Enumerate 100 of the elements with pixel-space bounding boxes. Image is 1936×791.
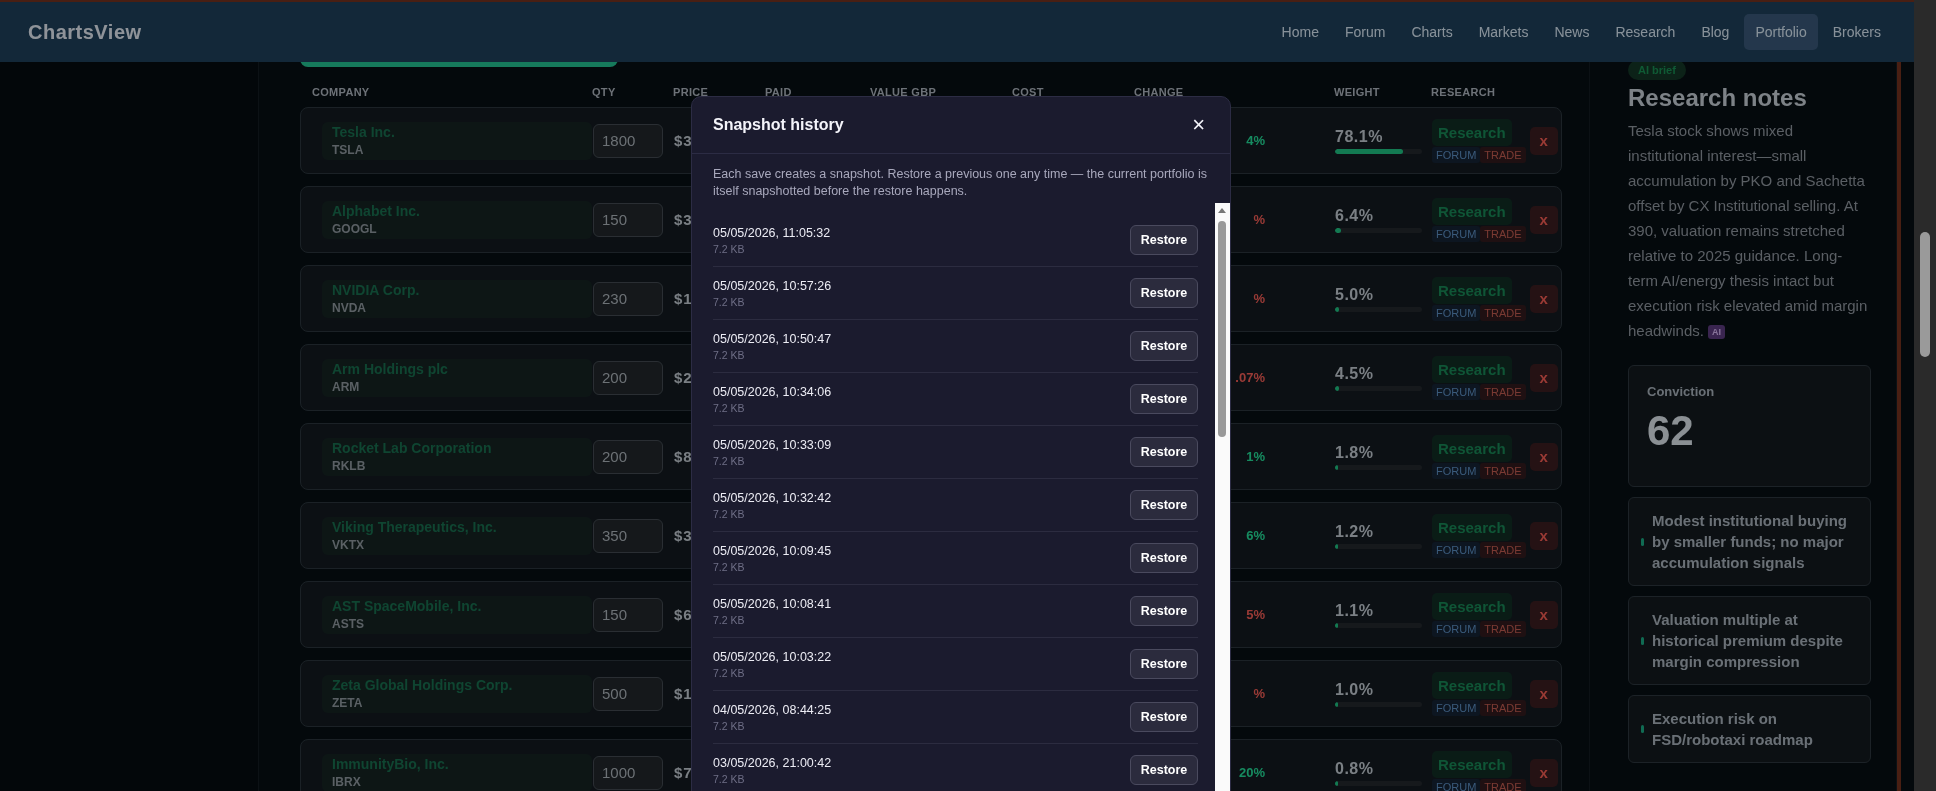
snapshot-size: 7.2 KB [713,507,746,520]
forum-link[interactable]: FORUM [1432,462,1481,479]
change-cell-text: 4% [1246,133,1266,148]
research-button[interactable]: Research [1432,276,1512,304]
research-button[interactable]: Research [1432,197,1512,225]
nav-link[interactable]: Brokers [1821,14,1892,50]
nav-link[interactable]: Home [1270,14,1330,50]
restore-button[interactable]: Restore [1130,702,1198,732]
quantity-field[interactable]: 500 [593,676,663,711]
column-header: QTY [592,86,617,98]
change-cell-text: .07% [1235,370,1266,385]
nav-link[interactable]: Research [1604,14,1687,50]
column-header: RESEARCH [1431,86,1497,98]
forum-link[interactable]: FORUM [1432,778,1481,791]
quantity-field[interactable]: 350 [593,518,663,553]
snapshot-size: 7.2 KB [713,719,746,732]
trade-link[interactable]: TRADE [1480,778,1526,791]
forum-link[interactable]: FORUM [1432,620,1481,637]
snapshot-size: 7.2 KB [713,242,746,255]
remove-button[interactable]: x [1529,205,1558,234]
change-cell-text: 6% [1246,528,1266,543]
column-header: PAID [765,86,793,98]
research-button[interactable]: Research [1432,671,1512,699]
trade-link[interactable]: TRADE [1480,304,1526,321]
weight-cell: 1.2% [1335,522,1374,541]
restore-button[interactable]: Restore [1130,543,1198,573]
quantity-field[interactable]: 200 [593,439,663,474]
restore-button[interactable]: Restore [1130,331,1198,361]
research-button[interactable]: Research [1432,434,1512,462]
restore-button[interactable]: Restore [1130,437,1198,467]
trade-link[interactable]: TRADE [1480,146,1526,163]
quantity-field[interactable]: 1800 [593,123,663,158]
weight-cell: 78.1% [1335,127,1383,146]
remove-button[interactable]: x [1529,521,1558,550]
quantity-field[interactable]: 1000 [593,755,663,790]
dialog-description: Each save creates a snapshot. Restore a previous one any time — the current portfolio is itself snapshotted before the restore happens. [712,166,1208,200]
nav-link[interactable]: News [1543,14,1601,50]
quantity-field[interactable]: 200 [593,360,663,395]
quantity-field[interactable]: 150 [593,202,663,237]
notes-heading: Research notes [1628,84,1808,112]
forum-link[interactable]: FORUM [1432,699,1481,716]
research-button[interactable]: Research [1432,118,1512,146]
weight-cell: 0.8% [1335,759,1374,778]
remove-button[interactable]: x [1529,363,1558,392]
snapshot-size: 7.2 KB [713,454,746,467]
research-button[interactable]: Research [1432,513,1512,541]
quantity-field[interactable]: 150 [593,597,663,632]
forum-link[interactable]: FORUM [1432,304,1481,321]
nav-link[interactable]: Portfolio [1744,14,1818,50]
weight-cell: 1.0% [1335,680,1374,699]
forum-link[interactable]: FORUM [1432,383,1481,400]
research-button[interactable]: Research [1432,592,1512,620]
price-cell: $1 [674,685,693,702]
price-cell: $3 [674,527,693,544]
trade-link[interactable]: TRADE [1480,699,1526,716]
trade-link[interactable]: TRADE [1480,541,1526,558]
remove-button[interactable]: x [1529,284,1558,313]
remove-button[interactable]: x [1529,442,1558,471]
remove-button[interactable]: x [1529,600,1558,629]
page-scrollbar[interactable] [1914,0,1936,791]
trade-link[interactable]: TRADE [1480,620,1526,637]
column-header: PRICE [673,86,710,98]
change-cell-text: 1% [1246,449,1266,464]
research-button[interactable]: Research [1432,355,1512,383]
close-button[interactable]: × [1188,114,1209,136]
site-logo[interactable]: ChartsView [28,20,142,44]
list-scrollbar[interactable] [1215,203,1230,791]
restore-button[interactable]: Restore [1130,755,1198,785]
scroll-up-icon[interactable] [1218,207,1226,213]
nav-link[interactable]: Forum [1333,14,1397,50]
scroll-thumb[interactable] [1218,221,1226,437]
restore-button[interactable]: Restore [1130,384,1198,414]
restore-button[interactable]: Restore [1130,649,1198,679]
scroll-thumb[interactable] [1920,232,1930,357]
snapshot-time: 05/05/2026, 10:32:42 [713,490,832,505]
quantity-field[interactable]: 230 [593,281,663,316]
forum-link[interactable]: FORUM [1432,225,1481,242]
research-button[interactable]: Research [1432,750,1512,778]
remove-button[interactable]: x [1529,758,1558,787]
restore-button[interactable]: Restore [1130,596,1198,626]
forum-link[interactable]: FORUM [1432,541,1481,558]
trade-link[interactable]: TRADE [1480,383,1526,400]
change-cell-text: % [1253,686,1266,701]
bullet-icon [1641,725,1644,733]
nav-link[interactable]: Blog [1690,14,1741,50]
trade-link[interactable]: TRADE [1480,225,1526,242]
remove-button[interactable]: x [1529,126,1558,155]
forum-link[interactable]: FORUM [1432,146,1481,163]
price-cell: $3 [674,132,693,149]
snapshot-time: 04/05/2026, 08:44:25 [713,702,832,717]
change-cell-text: 5% [1246,607,1266,622]
price-cell: $2 [674,369,693,386]
restore-button[interactable]: Restore [1130,225,1198,255]
nav-link[interactable]: Markets [1467,14,1540,50]
restore-button[interactable]: Restore [1130,490,1198,520]
restore-button[interactable]: Restore [1130,278,1198,308]
nav-link[interactable]: Charts [1400,14,1464,50]
trade-link[interactable]: TRADE [1480,462,1526,479]
remove-button[interactable]: x [1529,679,1558,708]
bullet-icon [1641,636,1644,645]
